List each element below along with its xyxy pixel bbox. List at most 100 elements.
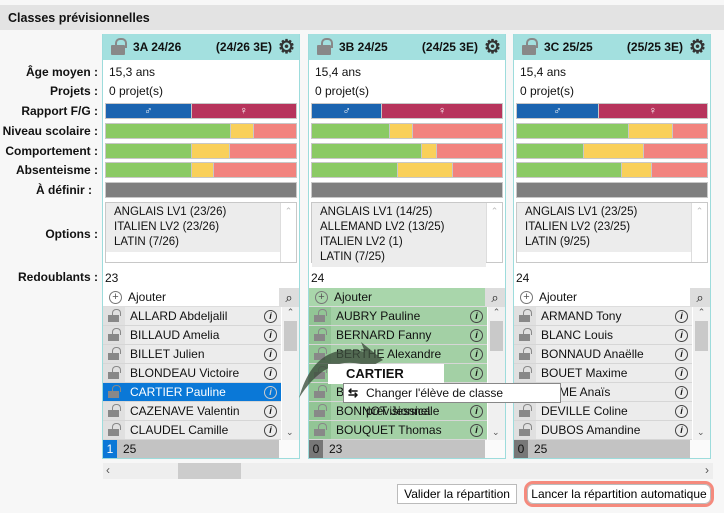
add-label: Ajouter xyxy=(128,290,167,304)
lock-icon[interactable] xyxy=(103,364,125,382)
absenteisme-segment xyxy=(106,163,192,177)
info-icon[interactable]: i xyxy=(675,328,688,342)
student-row[interactable]: CLAUDEL Camille i xyxy=(103,421,281,440)
student-row[interactable]: AUBRY Pauline i xyxy=(309,307,487,326)
lock-icon[interactable] xyxy=(514,326,536,344)
a-definir-bar xyxy=(516,182,708,198)
add-student-button[interactable]: + Ajouter xyxy=(514,290,690,304)
footer-box xyxy=(690,440,710,458)
absenteisme-segment xyxy=(651,163,707,177)
student-row[interactable]: BOUQUET Thomas i xyxy=(309,421,487,440)
lock-icon[interactable] xyxy=(309,307,331,325)
info-icon[interactable]: i xyxy=(470,347,483,361)
info-icon[interactable]: i xyxy=(470,309,483,323)
scroll-down-icon[interactable]: ⌄ xyxy=(286,427,294,438)
student-name: CLAUDEL Camille xyxy=(130,423,229,437)
label-projets: Projets : xyxy=(49,84,98,98)
student-row[interactable]: BOUET Maxime i xyxy=(514,364,692,383)
move-tooltip: ⇆ Changer l'élève de classe prévisionnel… xyxy=(343,383,561,418)
lock-icon[interactable] xyxy=(514,345,536,363)
gear-icon[interactable]: ⚙ xyxy=(484,38,501,57)
info-icon[interactable]: i xyxy=(264,328,277,342)
horizontal-scrollbar[interactable]: ‹ › xyxy=(103,463,713,479)
lock-icon[interactable] xyxy=(103,402,125,420)
student-row[interactable]: ARMAND Tony i xyxy=(514,307,692,326)
absenteisme-segment xyxy=(621,163,652,177)
student-row[interactable]: ALLARD Abdeljalil i xyxy=(103,307,281,326)
niveau-segment xyxy=(629,124,673,138)
lock-icon[interactable] xyxy=(103,326,125,344)
student-row[interactable]: DUBOS Amandine i xyxy=(514,421,692,440)
search-icon[interactable]: ⌕ xyxy=(279,287,299,307)
info-icon[interactable]: i xyxy=(264,404,277,418)
info-icon[interactable]: i xyxy=(264,366,277,380)
auto-distribution-button[interactable]: Lancer la répartition automatique xyxy=(524,481,714,507)
lock-icon[interactable] xyxy=(103,307,125,325)
option-item: ITALIEN LV2 (23/25) xyxy=(525,221,631,233)
info-icon[interactable]: i xyxy=(264,423,277,437)
options-scrollbar[interactable]: ⌃ xyxy=(486,203,502,262)
add-student-button[interactable]: + Ajouter xyxy=(103,290,279,304)
student-row[interactable]: CARTIER Pauline i xyxy=(103,383,281,402)
list-scroll-thumb[interactable] xyxy=(695,321,708,351)
gear-icon[interactable]: ⚙ xyxy=(689,38,706,57)
lock-icon[interactable] xyxy=(514,421,536,439)
search-icon[interactable]: ⌕ xyxy=(690,287,710,307)
lock-icon[interactable] xyxy=(103,383,125,401)
info-icon[interactable]: i xyxy=(675,347,688,361)
lock-icon[interactable] xyxy=(309,402,331,420)
student-row[interactable]: CAZENAVE Valentin i xyxy=(103,402,281,421)
lock-icon[interactable] xyxy=(309,421,331,439)
lock-icon[interactable] xyxy=(514,402,536,420)
lock-icon[interactable] xyxy=(317,37,333,55)
student-row[interactable]: DEVILLE Coline i xyxy=(514,402,692,421)
gear-icon[interactable]: ⚙ xyxy=(278,38,295,57)
redoublants-count: 23 xyxy=(105,271,119,285)
student-name: BOUQUET Thomas xyxy=(336,423,442,437)
list-scroll-thumb[interactable] xyxy=(490,321,503,351)
lock-icon[interactable] xyxy=(103,421,125,439)
student-row[interactable]: BLONDEAU Victoire i xyxy=(103,364,281,383)
lock-icon[interactable] xyxy=(103,345,125,363)
niveau-segment xyxy=(254,124,296,138)
info-icon[interactable]: i xyxy=(470,328,483,342)
options-scrollbar[interactable]: ⌃ xyxy=(691,203,707,262)
student-row[interactable]: BONNAUD Anaëlle i xyxy=(514,345,692,364)
scroll-right-icon[interactable]: › xyxy=(705,463,709,477)
student-row[interactable]: BILLAUD Amelia i xyxy=(103,326,281,345)
scroll-down-icon[interactable]: ⌄ xyxy=(492,427,500,438)
info-icon[interactable]: i xyxy=(470,404,483,418)
scroll-thumb[interactable] xyxy=(178,463,241,479)
comportement-segment xyxy=(106,144,192,158)
list-scrollbar[interactable]: ⌃ ⌄ xyxy=(693,307,710,440)
student-row[interactable]: BILLET Julien i xyxy=(103,345,281,364)
info-icon[interactable]: i xyxy=(675,404,688,418)
scroll-down-icon[interactable]: ⌄ xyxy=(697,427,705,438)
scroll-left-icon[interactable]: ‹ xyxy=(106,463,110,477)
info-icon[interactable]: i xyxy=(675,309,688,323)
niveau-segment xyxy=(672,124,707,138)
lock-icon[interactable] xyxy=(514,307,536,325)
info-icon[interactable]: i xyxy=(470,366,483,380)
list-scrollbar[interactable]: ⌃ ⌄ xyxy=(488,307,505,440)
info-icon[interactable]: i xyxy=(675,423,688,437)
a-definir-bar xyxy=(105,182,297,198)
student-row[interactable]: BLANC Louis i xyxy=(514,326,692,345)
info-icon[interactable]: i xyxy=(470,423,483,437)
validate-button[interactable]: Valider la répartition xyxy=(397,484,517,504)
list-footer: 1 25 xyxy=(103,440,299,458)
options-scrollbar[interactable]: ⌃ xyxy=(280,203,296,262)
lock-icon[interactable] xyxy=(111,37,127,55)
add-student-button[interactable]: + Ajouter xyxy=(309,290,485,304)
info-icon[interactable]: i xyxy=(675,385,688,399)
info-icon[interactable]: i xyxy=(264,309,277,323)
average-age: 15,4 ans xyxy=(315,65,362,79)
student-name: DEVILLE Coline xyxy=(541,404,628,418)
search-icon[interactable]: ⌕ xyxy=(485,287,505,307)
lock-icon[interactable] xyxy=(514,364,536,382)
info-icon[interactable]: i xyxy=(675,366,688,380)
lock-icon[interactable] xyxy=(522,37,538,55)
info-icon[interactable]: i xyxy=(264,385,277,399)
info-icon[interactable]: i xyxy=(264,347,277,361)
student-name: BILLAUD Amelia xyxy=(130,328,220,342)
